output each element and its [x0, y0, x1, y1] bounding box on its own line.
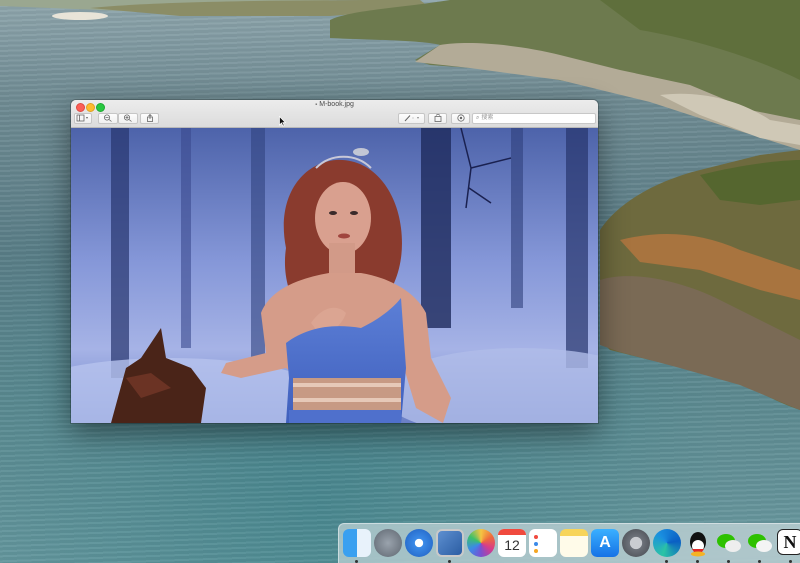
app-store-icon[interactable]: A	[591, 529, 619, 557]
reminders-icon[interactable]	[529, 529, 557, 557]
image-canvas[interactable]	[71, 128, 598, 423]
notes-icon[interactable]	[560, 529, 588, 557]
system-preferences-icon[interactable]	[622, 529, 650, 557]
markup-button[interactable]	[398, 113, 425, 124]
launchpad-icon[interactable]	[374, 529, 402, 557]
finder-icon[interactable]	[343, 529, 371, 557]
forest-portrait-image	[71, 128, 598, 423]
search-placeholder: 搜索	[481, 115, 494, 121]
rotate-button[interactable]	[428, 113, 447, 124]
share-icon	[146, 113, 153, 122]
zoom-in-button[interactable]	[118, 113, 138, 124]
notion-icon[interactable]: N	[777, 529, 800, 555]
calendar-icon[interactable]: 12	[498, 529, 526, 557]
wechat-work-icon[interactable]	[746, 529, 774, 557]
sidebar-toggle-icon	[76, 114, 88, 122]
dock: 12 A N	[338, 523, 800, 563]
photos-icon[interactable]	[467, 529, 495, 557]
annotate-icon	[456, 114, 465, 122]
qq-icon[interactable]	[684, 529, 712, 557]
window-title-text: M-book.jpg	[319, 101, 354, 108]
preview-icon[interactable]	[436, 529, 464, 557]
desktop: ▪ M-book.jpg ⌕ 搜索 12 A N	[0, 0, 800, 563]
rotate-icon	[434, 114, 441, 122]
markup-pen-icon	[404, 115, 419, 122]
window-title: ▪ M-book.jpg	[71, 101, 598, 108]
safari-icon[interactable]	[405, 529, 433, 557]
sidebar-toggle-button[interactable]	[74, 113, 92, 124]
zoom-out-button[interactable]	[98, 113, 118, 124]
edge-icon[interactable]	[653, 529, 681, 557]
mouse-cursor-icon	[279, 116, 287, 127]
title-bar[interactable]: ▪ M-book.jpg ⌕ 搜索	[71, 100, 598, 128]
calendar-day: 12	[504, 537, 520, 553]
zoom-out-icon	[104, 114, 112, 122]
zoom-in-icon	[124, 114, 132, 122]
search-input[interactable]: ⌕ 搜索	[472, 113, 596, 124]
preview-window[interactable]: ▪ M-book.jpg ⌕ 搜索	[71, 100, 598, 423]
search-icon: ⌕	[476, 115, 480, 121]
wechat-icon[interactable]	[715, 529, 743, 557]
annotate-button[interactable]	[451, 113, 470, 124]
image-file-icon: ▪	[315, 102, 318, 108]
share-button[interactable]	[140, 113, 159, 124]
